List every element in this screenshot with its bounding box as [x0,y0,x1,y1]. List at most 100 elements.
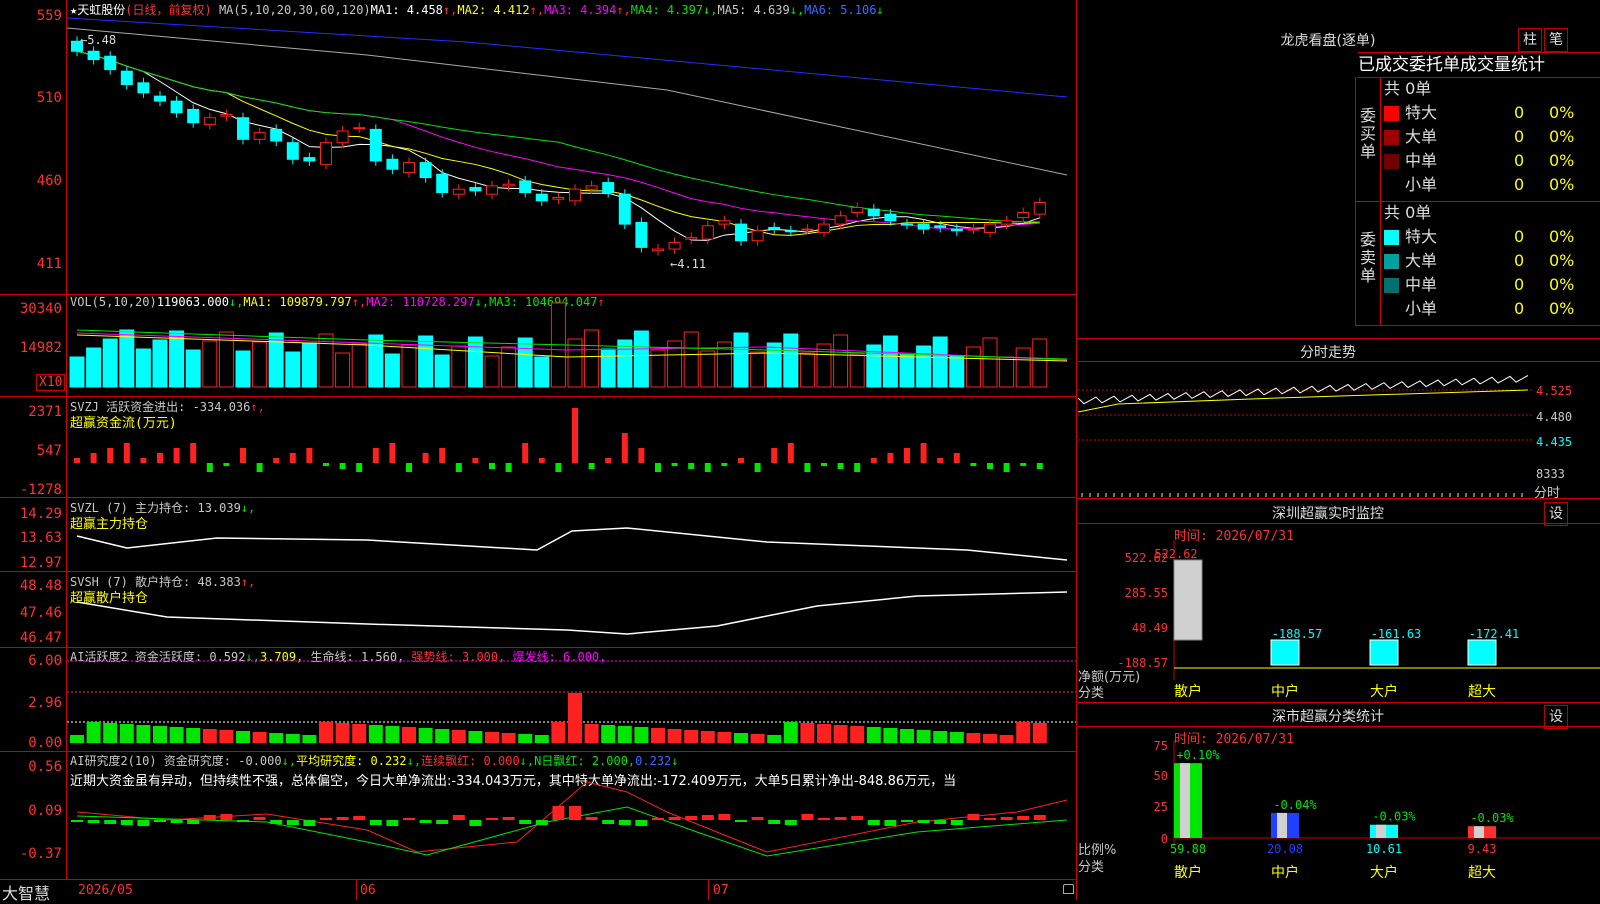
research-bar [967,814,980,820]
chart-area[interactable]: ★天虹股份(日线，前复权) MA(5,10,20,30,60,120)MA1: … [0,0,1077,903]
volume-bar [1015,347,1031,388]
activity-bar [236,731,250,743]
flow-bar [190,443,197,463]
volume-bar [899,354,915,388]
activity-bar [966,733,981,743]
fund-flow-chart[interactable] [67,397,1076,497]
order-row: 中单 0 0% [1384,273,1600,297]
flow-bar [854,463,861,472]
volume-chart[interactable] [67,295,1076,396]
candle [469,187,482,192]
candlestick-chart[interactable] [67,0,1076,294]
main-position-chart[interactable] [67,498,1076,571]
research-bar [950,820,963,825]
research-bar [751,817,764,820]
activity-chart[interactable] [67,648,1076,751]
candle [253,132,266,140]
order-count: 0 [1514,127,1525,146]
y-tick: 2371 [28,404,62,420]
flow-bar [489,463,495,469]
activity-bar [202,729,217,743]
flow-bar [372,448,379,463]
y-tick: 48.48 [19,578,62,594]
candle [187,108,200,124]
activity-bar [949,732,964,743]
research-bar [469,820,482,826]
volume-bar [949,355,965,388]
y-tick: 4.480 [1536,410,1573,424]
volume-bar [451,345,467,388]
flow-bar [837,463,844,469]
color-swatch [1384,130,1399,145]
candle [784,230,797,233]
order-count: 0 [1514,175,1525,194]
y-tick: 6.00 [28,653,62,669]
research-bar [818,818,830,820]
flow-bar [90,453,97,463]
activity-bar [933,731,948,743]
candle [834,215,847,225]
research-bar [1017,816,1030,820]
y-tick: 12.97 [19,555,62,571]
category-label: 散户 [1174,864,1202,881]
flow-bar [655,463,661,472]
activity-bar [285,734,300,743]
volume-bar [285,351,301,388]
research-bar [170,820,183,823]
bar-mode-button[interactable]: 柱 [1518,28,1542,52]
flow-bar [953,453,960,463]
category-label: 散户 [1174,683,1202,700]
candle [602,182,615,194]
research-bar [320,818,332,820]
activity-bar [335,723,350,743]
right-panel: 龙虎看盘(逐单) 柱 笔 已成交委托单成交量统计 委买单 共 0单 特大 0 0% 大… [1078,0,1600,900]
order-percent: 0% [1549,175,1575,194]
order-row: 特大 0 0% [1384,101,1600,125]
flow-bar [339,463,346,469]
order-percent: 0% [1549,127,1575,146]
bar-change: -0.03% [1372,810,1416,824]
lock-icon[interactable] [1063,884,1074,894]
candle [436,173,449,194]
volume-bar [916,345,932,388]
research-bar [403,818,415,820]
candle [635,221,648,248]
net-flow-bar-chart[interactable]: 522.62285.5548.49-188.57522.62散户-188.57中… [1078,540,1600,700]
volume-bar [982,337,998,388]
candle [320,142,332,165]
monitor-title: 深圳超赢实时监控 [1272,506,1384,522]
volume-bar [252,341,268,388]
order-type: 大单 [1405,127,1438,146]
flow-bar [439,448,446,463]
buy-orders-label: 委买单 [1360,106,1377,161]
activity-bar [551,722,566,743]
retail-position-line [76,591,1068,635]
volume-bar [202,340,218,388]
app-name[interactable]: 大智慧 [2,880,50,904]
activity-bar [219,730,234,743]
activity-bar [435,729,450,743]
candle [901,223,913,226]
classify-title: 深市超赢分类统计 [1272,709,1384,725]
volume-bar [86,347,102,388]
divider [1078,338,1600,339]
y-tick: 0.56 [28,759,62,775]
category-label: 中户 [1271,683,1299,700]
volume-bar [965,346,981,388]
order-count: 0 [1514,251,1525,270]
tick-mode-button[interactable]: 笔 [1544,28,1568,52]
activity-bar [850,726,865,743]
divider [0,879,1077,880]
order-percent: 0% [1549,275,1575,294]
y-tick: 47.46 [19,605,62,621]
candle [170,100,183,114]
ratio-bar-chart[interactable]: 75 50 25 0 +0.10% 59.88 散户 -0.04% 20.08 中户 -0.03% 1… [1078,740,1600,900]
intraday-chart[interactable] [1078,362,1533,498]
category-label: 超大 [1468,865,1496,881]
retail-position-chart[interactable] [67,572,1076,647]
research-bar [984,818,996,820]
research-bar [87,820,100,823]
activity-bar [750,734,765,743]
research-chart[interactable] [67,752,1076,879]
research-bar [784,820,797,825]
